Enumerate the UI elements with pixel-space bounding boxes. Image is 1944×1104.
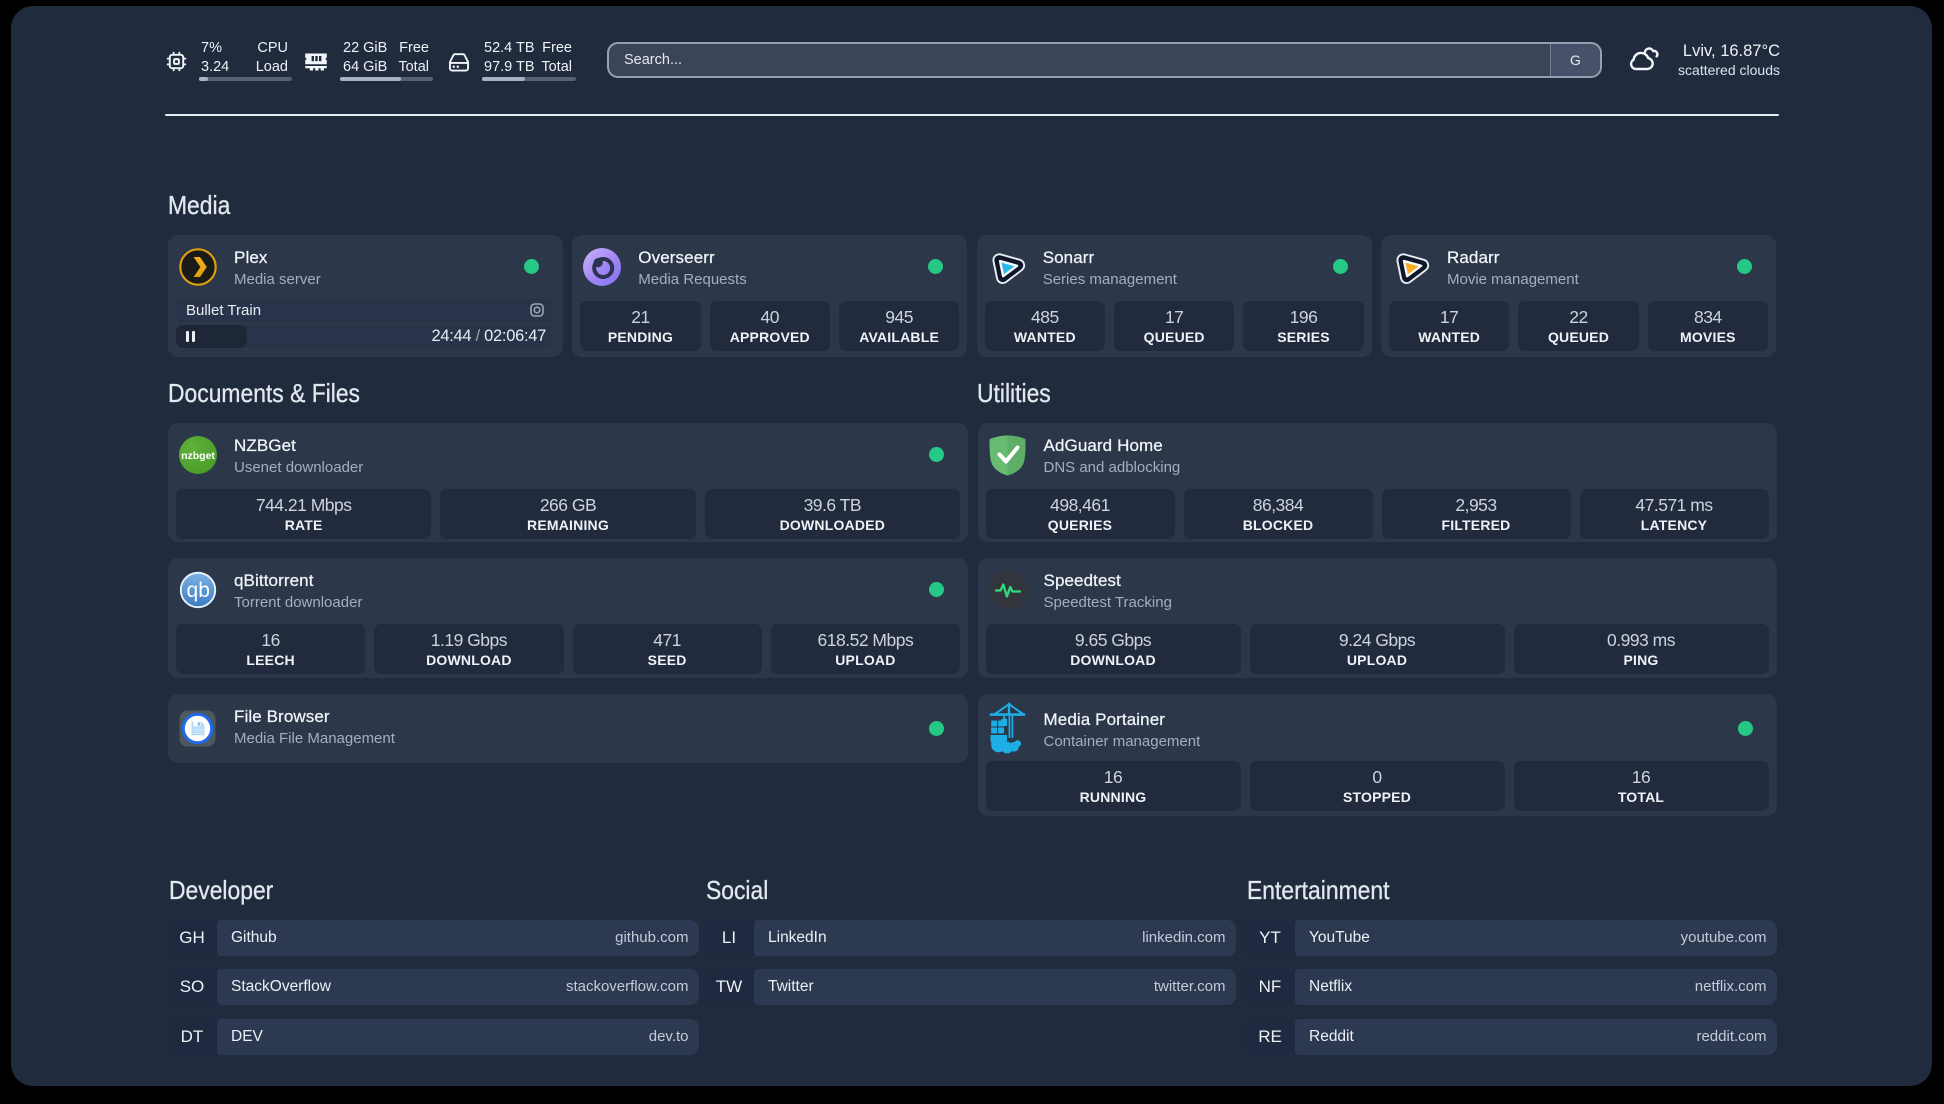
svg-text:nzbget: nzbget: [181, 450, 215, 462]
svg-text:qb: qb: [187, 579, 210, 602]
